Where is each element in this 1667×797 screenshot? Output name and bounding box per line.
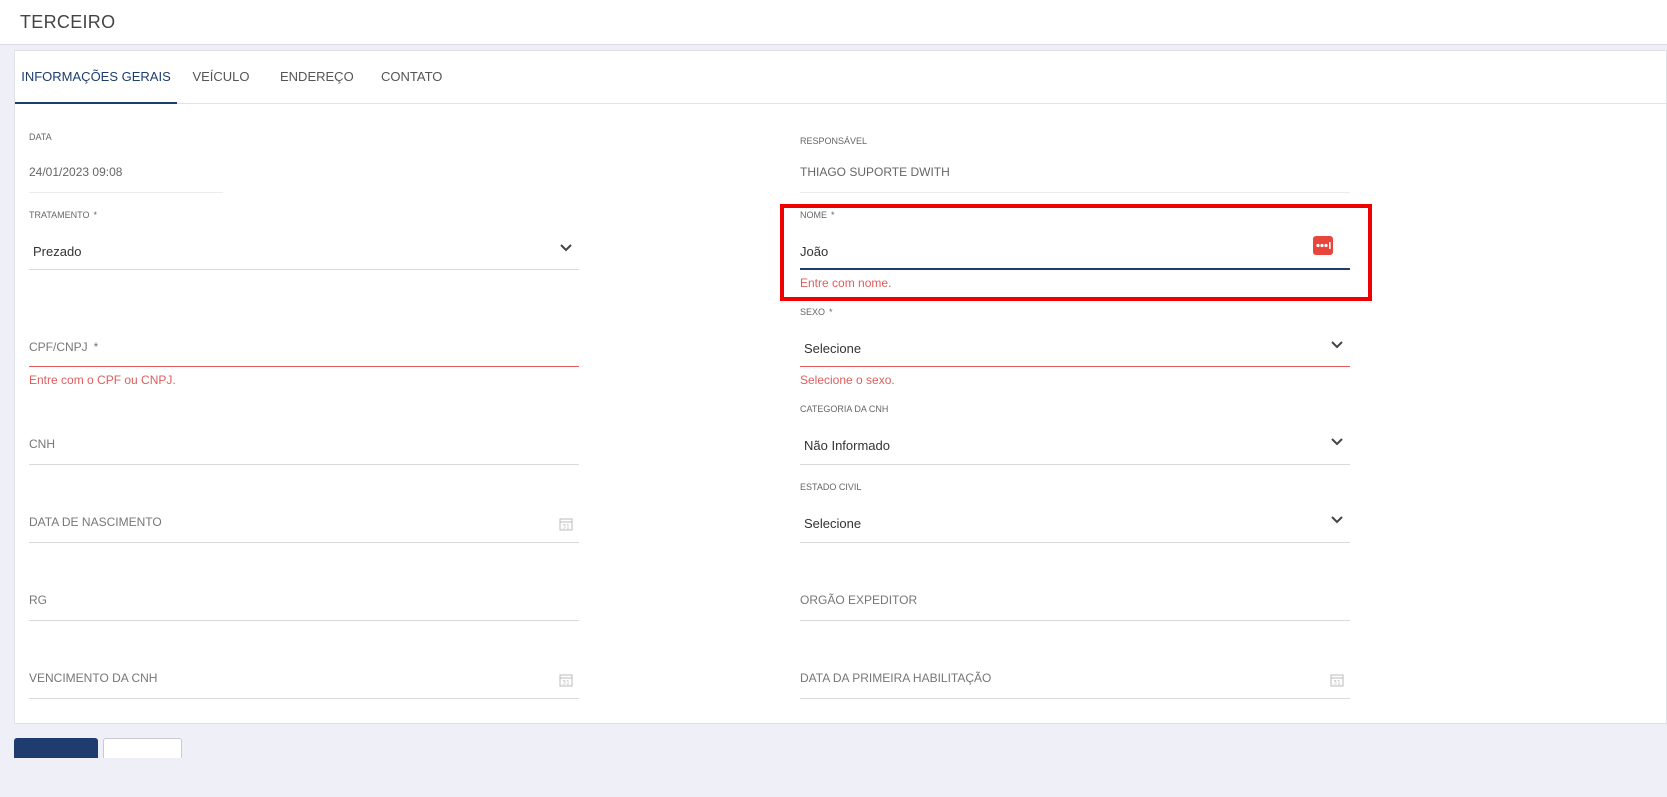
categoria-cnh-select[interactable]: CATEGORIA DA CNH Não Informado <box>800 400 1350 465</box>
tratamento-label: TRATAMENTO * <box>29 210 98 220</box>
calendar-icon[interactable]: 31 <box>559 517 573 531</box>
rg-placeholder: RG <box>29 593 47 607</box>
data-value: 24/01/2023 09:08 <box>29 165 123 179</box>
data-underline <box>29 192 223 193</box>
tab-informacoes-gerais[interactable]: INFORMAÇÕES GERAIS <box>15 51 177 104</box>
tab-contato[interactable]: CONTATO <box>381 51 442 103</box>
primeira-habilitacao-input[interactable]: DATA DA PRIMEIRA HABILITAÇÃO 31 <box>800 668 1350 699</box>
estado-civil-underline <box>800 542 1350 543</box>
secondary-action-button[interactable] <box>103 738 182 758</box>
primeira-habilitacao-underline <box>800 698 1350 699</box>
primeira-habilitacao-placeholder: DATA DA PRIMEIRA HABILITAÇÃO <box>800 671 992 685</box>
responsavel-value: THIAGO SUPORTE DWITH <box>800 165 950 179</box>
sexo-underline <box>800 366 1350 367</box>
rg-underline <box>29 620 579 621</box>
svg-text:31: 31 <box>1333 680 1341 687</box>
categoria-cnh-value: Não Informado <box>804 438 890 453</box>
chevron-down-icon <box>560 244 572 252</box>
vencimento-cnh-placeholder: VENCIMENTO DA CNH <box>29 671 158 685</box>
tratamento-underline <box>29 269 579 270</box>
chevron-down-icon <box>1331 438 1343 446</box>
page-title: TERCEIRO <box>20 12 116 32</box>
cnh-underline <box>29 464 579 465</box>
orgao-expeditor-input[interactable]: ORGÃO EXPEDITOR <box>800 590 1350 621</box>
calendar-icon[interactable]: 31 <box>559 673 573 687</box>
sexo-error: Selecione o sexo. <box>800 373 895 387</box>
cpf-underline <box>29 366 579 367</box>
data-label: DATA <box>29 132 52 142</box>
svg-text:31: 31 <box>562 680 570 687</box>
data-nascimento-input[interactable]: DATA DE NASCIMENTO 31 <box>29 512 579 543</box>
sexo-select[interactable]: SEXO * Selecione Selecione o sexo. <box>800 303 1350 391</box>
sexo-value: Selecione <box>804 341 862 356</box>
cnh-placeholder: CNH <box>29 437 55 451</box>
top-bar: TERCEIRO <box>0 0 1667 45</box>
highlight-box <box>780 204 1372 301</box>
cpf-label: CPF/CNPJ * <box>29 340 99 354</box>
orgao-expeditor-underline <box>800 620 1350 621</box>
tab-endereco[interactable]: ENDEREÇO <box>280 51 354 103</box>
tratamento-select[interactable]: TRATAMENTO * Prezado <box>29 206 579 271</box>
cpf-field[interactable]: CPF/CNPJ * Entre com o CPF ou CNPJ. <box>29 336 579 391</box>
estado-civil-label: ESTADO CIVIL <box>800 482 862 492</box>
vencimento-cnh-input[interactable]: VENCIMENTO DA CNH 31 <box>29 668 579 699</box>
estado-civil-select[interactable]: ESTADO CIVIL Selecione <box>800 478 1350 543</box>
categoria-cnh-label: CATEGORIA DA CNH <box>800 404 889 414</box>
categoria-cnh-underline <box>800 464 1350 465</box>
sexo-label: SEXO * <box>800 307 833 317</box>
primary-action-button[interactable] <box>14 738 98 758</box>
responsavel-underline <box>800 192 1350 193</box>
chevron-down-icon <box>1331 516 1343 524</box>
orgao-expeditor-placeholder: ORGÃO EXPEDITOR <box>800 593 918 607</box>
rg-input[interactable]: RG <box>29 590 579 621</box>
data-nascimento-underline <box>29 542 579 543</box>
svg-text:31: 31 <box>562 524 570 531</box>
data-field: DATA 24/01/2023 09:08 <box>29 128 223 193</box>
cpf-error: Entre com o CPF ou CNPJ. <box>29 373 176 387</box>
responsavel-label: RESPONSÁVEL <box>800 136 868 146</box>
cnh-input[interactable]: CNH <box>29 434 579 465</box>
chevron-down-icon <box>1331 341 1343 349</box>
vencimento-cnh-underline <box>29 698 579 699</box>
tab-bar: INFORMAÇÕES GERAIS VEÍCULO ENDEREÇO CONT… <box>15 51 1666 104</box>
tab-veiculo[interactable]: VEÍCULO <box>191 51 251 103</box>
calendar-icon[interactable]: 31 <box>1330 673 1344 687</box>
tratamento-value: Prezado <box>33 244 82 259</box>
responsavel-field: RESPONSÁVEL THIAGO SUPORTE DWITH <box>800 132 1350 193</box>
estado-civil-value: Selecione <box>804 516 862 531</box>
data-nascimento-placeholder: DATA DE NASCIMENTO <box>29 515 162 529</box>
